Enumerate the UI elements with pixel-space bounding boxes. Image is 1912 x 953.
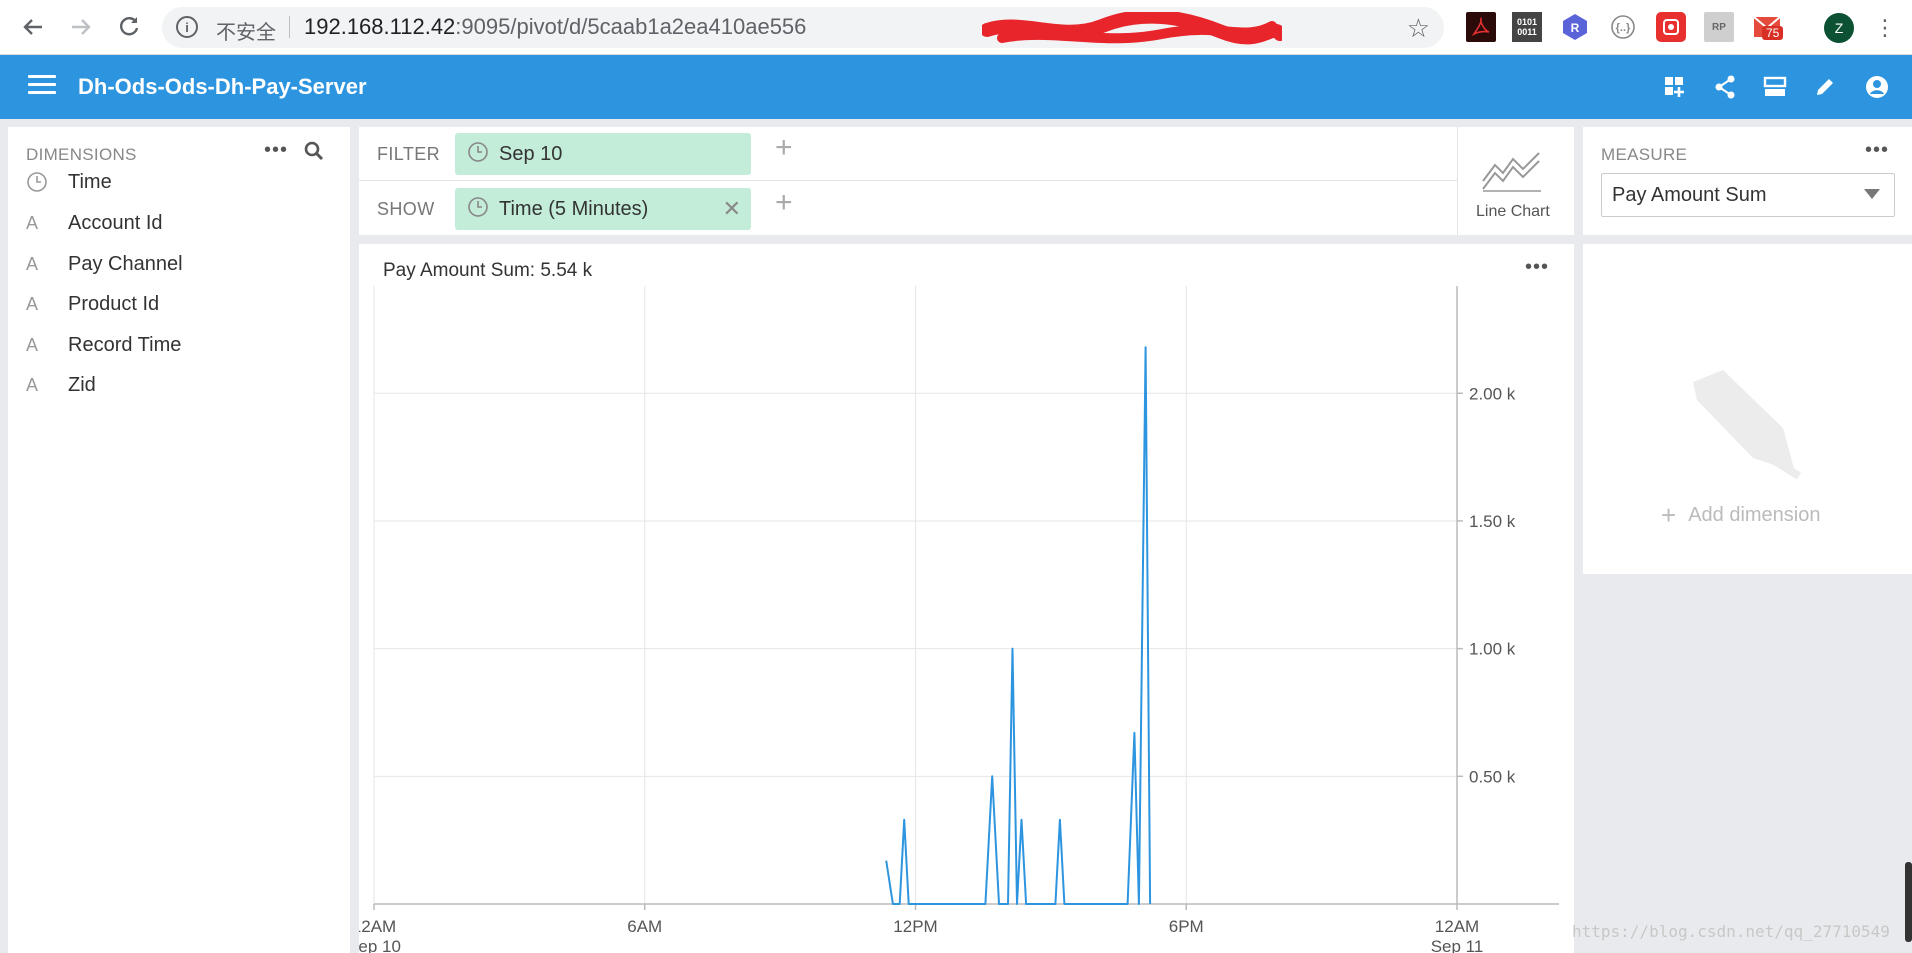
info-icon[interactable]: i (176, 16, 198, 38)
forward-arrow-icon[interactable] (64, 10, 98, 44)
series-line (885, 346, 1152, 905)
filter-show-bar: FILTER Sep 10 + SHOW Time (5 Minutes) ✕ … (359, 127, 1574, 235)
split-pill-label: Time (5 Minutes) (499, 197, 649, 220)
y-tick-label: 2.00 k (1469, 384, 1516, 403)
remove-split-close-icon[interactable]: ✕ (723, 196, 741, 222)
redaction-scribble (982, 12, 1282, 45)
x-tick-sublabel: Sep 10 (359, 937, 401, 953)
dimension-label: Product Id (68, 292, 160, 315)
dimension-item-account-id[interactable]: A Account Id (26, 208, 326, 238)
add-dimension-label: Add dimension (1688, 504, 1821, 526)
dimension-label: Pay Channel (68, 252, 183, 275)
string-icon: A (26, 293, 39, 314)
scrollbar-handle[interactable] (1905, 862, 1912, 942)
measure-more-icon[interactable]: ••• (1865, 139, 1889, 162)
pdf-extension-icon[interactable] (1466, 12, 1496, 42)
clock-icon (467, 196, 489, 223)
dimension-item-product-id[interactable]: A Product Id (26, 289, 326, 319)
back-arrow-icon[interactable] (16, 10, 50, 44)
omnibox-divider (289, 16, 290, 38)
dimension-item-record-time[interactable]: A Record Time (26, 330, 326, 360)
x-tick-label: 12PM (893, 917, 937, 936)
binary-extension-icon[interactable]: 0101 0011 (1512, 12, 1542, 42)
dimension-label: Record Time (68, 333, 182, 356)
measure-select[interactable]: Pay Amount Sum (1601, 173, 1895, 217)
red-tool-extension-icon[interactable] (1656, 12, 1686, 42)
rp-extension-icon[interactable]: RP (1704, 12, 1734, 42)
x-tick-label: 12AM (1435, 917, 1479, 936)
line-chart[interactable]: 0.50 k1.00 k1.50 k2.00 k12AMSep 106AM12P… (359, 244, 1574, 953)
json-extension-icon[interactable]: {..} (1608, 12, 1638, 42)
dimension-item-time[interactable]: Time (26, 167, 326, 197)
dimensions-panel: DIMENSIONS ••• Time A Account Id A Pay C… (8, 127, 350, 953)
url-host: 192.168.112.42 (304, 14, 456, 39)
dimensions-more-icon[interactable]: ••• (264, 139, 288, 162)
add-tile-icon[interactable] (1660, 72, 1690, 102)
visualization-label[interactable]: Line Chart (1476, 203, 1550, 221)
string-icon: A (26, 212, 39, 233)
browser-menu-icon[interactable]: ⋮ (1874, 14, 1896, 42)
hexagon-r-extension-icon[interactable]: R (1560, 12, 1590, 42)
add-split-plus-icon[interactable]: + (775, 186, 793, 220)
add-filter-plus-icon[interactable]: + (775, 131, 793, 165)
split-pill-time[interactable]: Time (5 Minutes) ✕ (455, 188, 751, 230)
pin-icon (1693, 370, 1802, 480)
share-icon[interactable] (1710, 72, 1740, 102)
svg-text:{..}: {..} (1616, 22, 1631, 34)
browser-toolbar: i 不安全 192.168.112.42:9095/pivot/d/5caab1… (0, 0, 1912, 55)
y-tick-label: 1.00 k (1469, 640, 1516, 659)
add-dimension-button[interactable]: + Add dimension (1661, 500, 1821, 531)
bookmark-star-icon[interactable]: ☆ (1407, 13, 1430, 44)
measure-title: MEASURE (1601, 145, 1688, 164)
dimension-item-zid[interactable]: A Zid (26, 370, 326, 400)
dimension-label: Zid (68, 373, 96, 396)
dimension-label: Account Id (68, 211, 163, 234)
profile-avatar[interactable]: Z (1824, 13, 1854, 43)
plus-icon: + (1661, 500, 1677, 530)
filter-pill-label: Sep 10 (499, 142, 563, 165)
layout-icon[interactable] (1760, 72, 1790, 102)
search-icon[interactable] (304, 141, 324, 166)
edit-pencil-icon[interactable] (1810, 72, 1840, 102)
vis-selector-divider (1457, 127, 1458, 235)
y-tick-label: 1.50 k (1469, 512, 1516, 531)
url-text[interactable]: 192.168.112.42:9095/pivot/d/5caab1a2ea41… (304, 14, 806, 40)
x-tick-label: 6PM (1169, 917, 1204, 936)
clock-icon (26, 171, 56, 193)
string-icon: A (26, 253, 39, 274)
string-icon: A (26, 334, 39, 355)
measure-panel: MEASURE ••• Pay Amount Sum (1583, 127, 1912, 235)
filter-label: FILTER (377, 144, 441, 164)
mail-unread-badge: 75 (1762, 26, 1784, 40)
dimension-item-pay-channel[interactable]: A Pay Channel (26, 249, 326, 279)
watermark-text: https://blog.csdn.net/qq_27710549 (1572, 922, 1890, 941)
filter-show-divider (359, 180, 1457, 181)
datacube-title: Dh-Ods-Ods-Dh-Pay-Server (78, 74, 367, 99)
show-label: SHOW (377, 199, 435, 219)
x-tick-sublabel: Sep 11 (1431, 937, 1484, 953)
filter-pill-time[interactable]: Sep 10 (455, 133, 751, 175)
x-tick-label: 6AM (627, 917, 662, 936)
dimensions-title: DIMENSIONS (26, 145, 137, 164)
hexagon-r-letter: R (1571, 21, 1580, 35)
user-account-icon[interactable] (1862, 72, 1892, 102)
pinboard-panel: + Add dimension (1583, 244, 1912, 574)
string-icon: A (26, 374, 39, 395)
hamburger-menu-icon[interactable] (28, 75, 56, 99)
clock-icon (467, 141, 489, 168)
chart-panel: Pay Amount Sum: 5.54 k ••• 0.50 k 1.00 k1… (359, 244, 1574, 953)
address-bar[interactable]: i 不安全 192.168.112.42:9095/pivot/d/5caab1… (162, 7, 1444, 48)
app-header: Dh-Ods-Ods-Dh-Pay-Server (0, 55, 1912, 119)
insecure-label: 不安全 (216, 22, 276, 44)
x-tick-label: 12AM (359, 917, 396, 936)
dropdown-caret-icon (1864, 189, 1880, 199)
app-root: i 不安全 192.168.112.42:9095/pivot/d/5caab1… (0, 0, 1912, 953)
line-chart-icon[interactable] (1481, 147, 1543, 198)
measure-select-value: Pay Amount Sum (1612, 184, 1767, 206)
url-path: :9095/pivot/d/5caab1a2ea410ae556 (455, 14, 807, 39)
dimension-label: Time (68, 170, 112, 193)
reload-icon[interactable] (112, 10, 146, 44)
y-tick-label: 0.50 k (1469, 767, 1516, 786)
